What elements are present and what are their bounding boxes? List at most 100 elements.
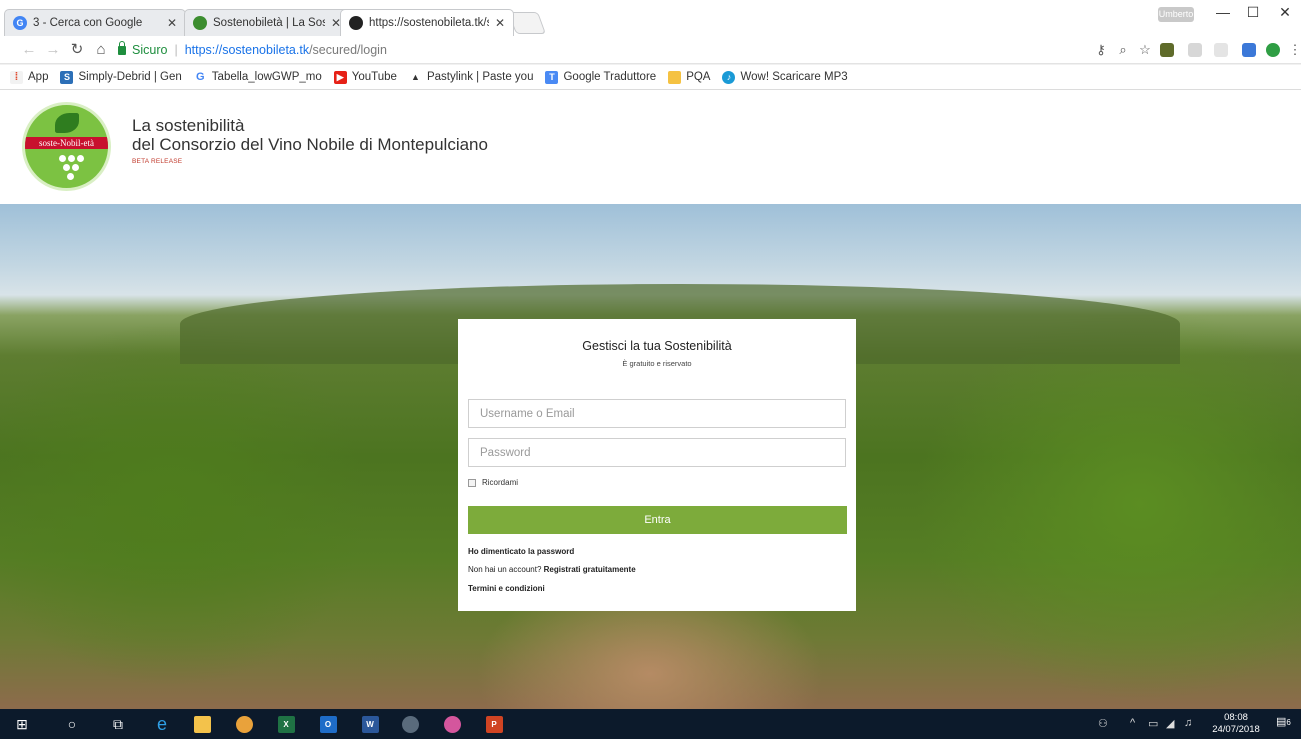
- task-view-icon[interactable]: ⧉: [108, 714, 128, 734]
- bookmarks-bar: ⁞ App S Simply-Debrid | Gen G Tabella_lo…: [0, 65, 1301, 90]
- chrome-icon[interactable]: [234, 714, 254, 734]
- url-host: sostenobileta.tk: [222, 43, 310, 57]
- music-icon: ♪: [722, 70, 736, 84]
- extension-icon[interactable]: [1188, 43, 1202, 57]
- address-bar-row: ← → ↻ ⌂ Sicuro | https:// sostenobileta.…: [0, 36, 1301, 64]
- google-icon: G: [13, 16, 27, 30]
- tab-label: 3 - Cerca con Google: [33, 17, 143, 29]
- powerpoint-icon[interactable]: P: [484, 714, 504, 734]
- grape-icon: [72, 164, 79, 171]
- browser-tab-strip: G 3 - Cerca con Google ✕ Sostenobiletà |…: [0, 0, 1301, 36]
- register-row: Non hai un account? Registrati gratuitam…: [468, 565, 636, 574]
- grape-icon: [63, 164, 70, 171]
- close-icon[interactable]: ✕: [495, 16, 505, 30]
- file-explorer-icon[interactable]: [192, 714, 212, 734]
- zoom-icon[interactable]: ⌕: [1114, 42, 1132, 58]
- extension-icon[interactable]: [1160, 43, 1174, 57]
- excel-icon[interactable]: X: [276, 714, 296, 734]
- bookmark-label: Tabella_lowGWP_mo: [211, 71, 322, 83]
- people-icon[interactable]: ⚇: [1098, 717, 1108, 730]
- maximize-button[interactable]: ☐: [1240, 4, 1266, 21]
- close-window-button[interactable]: ✕: [1272, 4, 1298, 21]
- bookmark-youtube[interactable]: ▶ YouTube: [333, 70, 397, 84]
- media-player-icon[interactable]: [442, 714, 462, 734]
- grape-icon: [59, 155, 66, 162]
- bookmark-simply-debrid[interactable]: S Simply-Debrid | Gen: [60, 70, 182, 84]
- youtube-icon: ▶: [333, 70, 347, 84]
- bookmark-pastylink[interactable]: ▲ Pastylink | Paste you: [408, 70, 534, 84]
- reload-icon[interactable]: ↻: [68, 41, 86, 59]
- register-link[interactable]: Registrati gratuitamente: [544, 565, 636, 574]
- paint-icon[interactable]: [400, 714, 420, 734]
- apps-grid-icon: ⁞: [10, 70, 23, 84]
- bookmark-google-translate[interactable]: T Google Traduttore: [545, 70, 657, 84]
- tab-google-search[interactable]: G 3 - Cerca con Google ✕: [4, 9, 186, 36]
- brand-title: La sostenibilità: [132, 116, 245, 135]
- extension-icon[interactable]: [1214, 43, 1228, 57]
- login-card: Gestisci la tua Sostenibilità È gratuito…: [458, 319, 856, 611]
- clock-time: 08:08: [1224, 712, 1248, 723]
- username-input[interactable]: [468, 399, 846, 428]
- simply-debrid-icon: S: [60, 70, 74, 84]
- minimize-button[interactable]: —: [1210, 4, 1236, 20]
- remember-me-checkbox[interactable]: Ricordami: [468, 478, 518, 487]
- extension-icon[interactable]: [1266, 43, 1280, 57]
- star-icon[interactable]: ☆: [1136, 42, 1154, 58]
- menu-icon[interactable]: ⋮: [1286, 42, 1301, 58]
- login-subtitle: È gratuito e riservato: [622, 359, 692, 368]
- no-account-text: Non hai un account?: [468, 565, 542, 574]
- edge-icon[interactable]: e: [152, 714, 172, 734]
- bookmark-label: App: [28, 71, 49, 83]
- cortana-icon[interactable]: ○: [62, 714, 82, 734]
- grape-icon: [67, 173, 74, 180]
- terms-link[interactable]: Termini e condizioni: [468, 584, 545, 593]
- grape-icon: [77, 155, 84, 162]
- login-title: Gestisci la tua Sostenibilità: [582, 339, 732, 353]
- site-header: soste-Nobil-età La sostenibilità del Con…: [0, 90, 1301, 204]
- profile-badge[interactable]: Umberto: [1158, 7, 1194, 22]
- bookmark-pqa[interactable]: PQA: [668, 70, 710, 84]
- key-icon[interactable]: ⚷: [1092, 42, 1110, 58]
- volume-icon[interactable]: ♫: [1184, 717, 1192, 729]
- address-bar[interactable]: Sicuro | https:// sostenobileta.tk /secu…: [118, 39, 1178, 61]
- bookmark-mp3[interactable]: ♪ Wow! Scaricare MP3: [722, 70, 848, 84]
- site-logo[interactable]: soste-Nobil-età: [22, 102, 111, 191]
- battery-icon[interactable]: ▭: [1148, 717, 1158, 730]
- checkbox-box[interactable]: [468, 478, 476, 487]
- word-icon[interactable]: W: [360, 714, 380, 734]
- lock-icon: [118, 40, 126, 55]
- grape-icon: [68, 155, 75, 162]
- bookmark-apps[interactable]: ⁞ App: [10, 70, 49, 84]
- tab-sostenobileta[interactable]: Sostenobiletà | La Sosten ✕: [184, 9, 350, 36]
- url-scheme: https://: [184, 43, 223, 57]
- extension-icon[interactable]: [1242, 43, 1256, 57]
- login-button[interactable]: Entra: [468, 506, 847, 534]
- tab-label: https://sostenobileta.tk/s: [369, 17, 489, 29]
- chevron-up-icon[interactable]: ^: [1130, 717, 1135, 729]
- home-icon[interactable]: ⌂: [92, 41, 110, 59]
- clock-date: 24/07/2018: [1212, 724, 1260, 735]
- vine-leaf-icon: [55, 113, 79, 133]
- network-icon[interactable]: ◢: [1166, 717, 1174, 730]
- bookmark-label: Wow! Scaricare MP3: [740, 71, 848, 83]
- google-translate-icon: T: [545, 70, 559, 84]
- secure-label: Sicuro: [132, 43, 168, 57]
- bookmark-tabella[interactable]: G Tabella_lowGWP_mo: [193, 70, 322, 84]
- tab-label: Sostenobiletà | La Sosten: [213, 17, 325, 29]
- password-input[interactable]: [468, 438, 846, 467]
- site-dark-icon: [349, 16, 363, 30]
- outlook-icon[interactable]: O: [318, 714, 338, 734]
- forward-arrow-icon[interactable]: →: [44, 41, 62, 59]
- tab-login[interactable]: https://sostenobileta.tk/s ✕: [340, 9, 514, 36]
- logo-text: soste-Nobil-età: [25, 137, 108, 149]
- bookmark-label: Google Traduttore: [563, 71, 657, 83]
- windows-start-icon[interactable]: ⊞: [12, 714, 32, 734]
- forgot-password-link[interactable]: Ho dimenticato la password: [468, 547, 574, 556]
- system-clock[interactable]: 08:08 24/07/2018: [1211, 712, 1261, 736]
- bookmark-label: Pastylink | Paste you: [426, 71, 534, 83]
- remember-me-label: Ricordami: [482, 478, 519, 487]
- close-icon[interactable]: ✕: [167, 16, 177, 30]
- site-globe-icon: [193, 16, 207, 30]
- back-arrow-icon[interactable]: ←: [20, 41, 38, 59]
- notification-center-icon[interactable]: ▤6: [1276, 715, 1291, 728]
